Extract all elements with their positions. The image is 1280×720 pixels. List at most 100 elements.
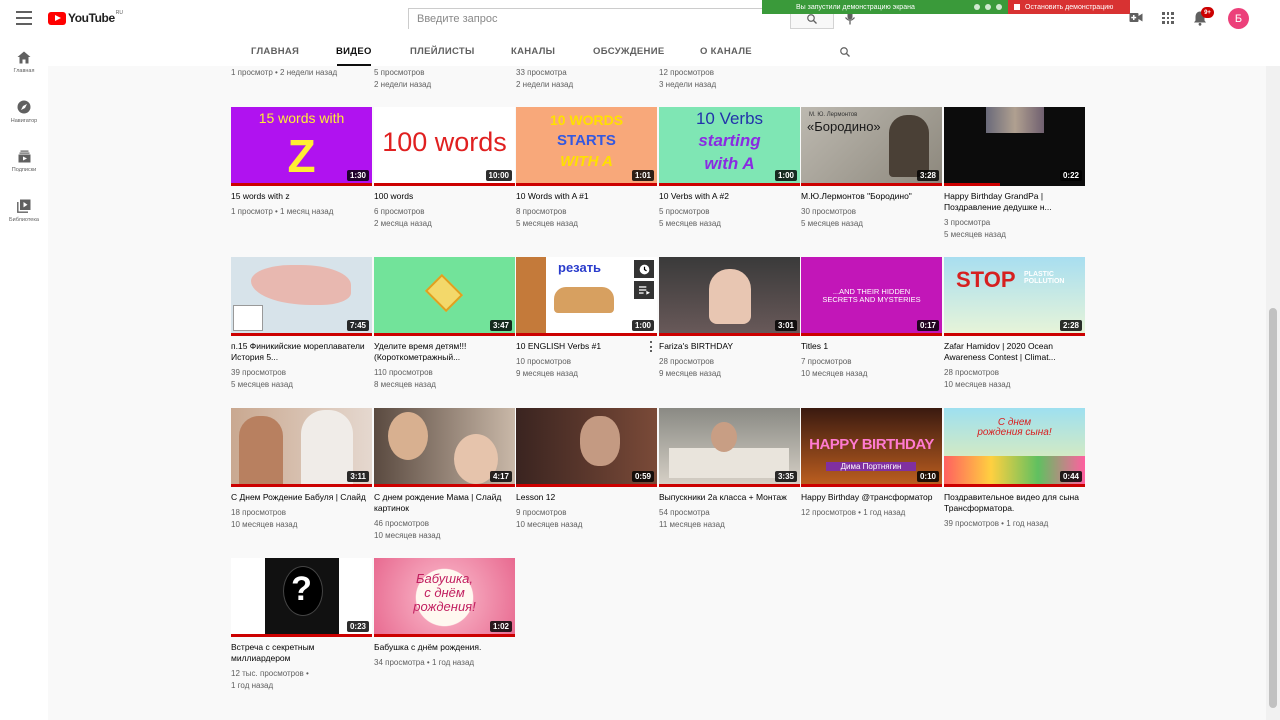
- video-item[interactable]: Бабушка, с днём рождения! 1:02 Бабушка с…: [374, 558, 515, 669]
- add-to-queue-button[interactable]: [634, 281, 654, 299]
- thumbnail-text: ...AND THEIR HIDDEN SECRETS AND MYSTERIE…: [822, 287, 921, 304]
- video-thumbnail[interactable]: HAPPY BIRTHDAY Дима Портнягин 0:10: [801, 408, 942, 487]
- video-title[interactable]: Happy Birthday GrandPa | Поздравление де…: [944, 191, 1085, 213]
- video-thumbnail[interactable]: 3:11: [231, 408, 372, 487]
- video-title[interactable]: 100 words: [374, 191, 515, 202]
- video-thumbnail[interactable]: 0:59: [516, 408, 657, 487]
- channel-search-icon[interactable]: [839, 46, 851, 58]
- video-title[interactable]: С Днем Рождение Бабуля | Слайд: [231, 492, 372, 503]
- video-thumbnail[interactable]: 7:45: [231, 257, 372, 336]
- video-title[interactable]: 10 Verbs with A #2: [659, 191, 800, 202]
- tab-playlists[interactable]: ПЛЕЙЛИСТЫ: [410, 46, 475, 57]
- video-title[interactable]: п.15 Финикийские мореплаватели История 5…: [231, 341, 372, 363]
- tab-videos[interactable]: ВИДЕО: [336, 46, 372, 57]
- video-item[interactable]: 7:45 п.15 Финикийские мореплаватели Исто…: [231, 257, 372, 391]
- create-video-icon[interactable]: [1129, 12, 1143, 23]
- video-title[interactable]: Встреча с секретным миллиардером: [231, 642, 372, 664]
- video-item[interactable]: ...AND THEIR HIDDEN SECRETS AND MYSTERIE…: [801, 257, 942, 380]
- video-item[interactable]: М. Ю. Лермонтов «Бородино» 3:28 М.Ю.Лерм…: [801, 107, 942, 230]
- guide-item-explore[interactable]: Навигатор: [0, 100, 48, 124]
- video-item[interactable]: 3:11 С Днем Рождение Бабуля | Слайд 18 п…: [231, 408, 372, 531]
- shield-icon[interactable]: [996, 4, 1002, 10]
- video-thumbnail[interactable]: 0:22: [944, 107, 1085, 186]
- video-item[interactable]: 4:17 С днем рождение Мама | Слайд картин…: [374, 408, 515, 542]
- video-title[interactable]: Zafar Hamidov | 2020 Ocean Awareness Con…: [944, 341, 1085, 363]
- video-item[interactable]: 0:59 Lesson 12 9 просмотров 10 месяцев на…: [516, 408, 657, 531]
- more-actions-icon[interactable]: [650, 341, 653, 352]
- thumbnail-text: резать: [558, 260, 602, 275]
- video-thumbnail[interactable]: Бабушка, с днём рождения! 1:02: [374, 558, 515, 637]
- video-thumbnail[interactable]: 3:47: [374, 257, 515, 336]
- video-item[interactable]: С днем рождения сына! 0:44 Поздравительн…: [944, 408, 1085, 530]
- video-thumbnail[interactable]: 4:17: [374, 408, 515, 487]
- video-item[interactable]: 3:47 Уделите время детям!!! (Короткометр…: [374, 257, 515, 391]
- video-item[interactable]: 10 Verbs starting with A 1:00 10 Verbs w…: [659, 107, 800, 230]
- account-avatar[interactable]: Б: [1228, 8, 1249, 29]
- watch-progress: [659, 484, 800, 487]
- video-title[interactable]: Уделите время детям!!! (Короткометражный…: [374, 341, 515, 363]
- video-title[interactable]: 10 Words with A #1: [516, 191, 657, 202]
- tab-channels[interactable]: КАНАЛЫ: [511, 46, 555, 57]
- video-item[interactable]: 3:35 Выпускники 2а класса + Монтаж 54 пр…: [659, 408, 800, 531]
- video-thumbnail[interactable]: М. Ю. Лермонтов «Бородино» 3:28: [801, 107, 942, 186]
- video-title[interactable]: Бабушка с днём рождения.: [374, 642, 515, 653]
- video-item[interactable]: HAPPY BIRTHDAY Дима Портнягин 0:10 Happy…: [801, 408, 942, 519]
- tab-discussion[interactable]: ОБСУЖДЕНИЕ: [593, 46, 664, 57]
- search-input[interactable]: [409, 9, 790, 29]
- video-meta: 9 просмотров 10 месяцев назад: [516, 508, 583, 529]
- video-item[interactable]: 10 WORDS STARTS WITH A 1:01 10 Words wit…: [516, 107, 657, 230]
- video-title[interactable]: Поздравительное видео для сына Трансформ…: [944, 492, 1085, 514]
- tab-home[interactable]: ГЛАВНАЯ: [251, 46, 299, 57]
- video-item[interactable]: ? 0:23 Встреча с секретным миллиардером …: [231, 558, 372, 692]
- video-item[interactable]: 100 words 10:00 100 words 6 просмотров 2 …: [374, 107, 515, 230]
- guide-item-subscriptions[interactable]: Подписки: [0, 150, 48, 173]
- clock-icon[interactable]: [985, 4, 991, 10]
- logo-text: YouTube: [68, 11, 115, 25]
- video-item[interactable]: 3:01 Fariza's BIRTHDAY 28 просмотров 9 ме…: [659, 257, 800, 380]
- thumbnail-text: ?: [291, 570, 312, 608]
- video-thumbnail[interactable]: 10 WORDS STARTS WITH A 1:01: [516, 107, 657, 186]
- video-item[interactable]: 0:22 Happy Birthday GrandPa | Поздравлен…: [944, 107, 1085, 241]
- stop-sharing-button[interactable]: Остановить демонстрацию: [1008, 0, 1130, 14]
- guide-item-home[interactable]: Главная: [0, 51, 48, 74]
- thumbnail-photo: [709, 269, 751, 324]
- video-thumbnail[interactable]: С днем рождения сына! 0:44: [944, 408, 1085, 487]
- video-title[interactable]: Fariza's BIRTHDAY: [659, 341, 800, 352]
- thumbnail-photo: [301, 410, 353, 486]
- youtube-logo[interactable]: YouTube RU: [48, 10, 123, 25]
- watch-progress: [231, 333, 372, 336]
- video-item[interactable]: 15 words with Z 1:30 15 words with z 1 п…: [231, 107, 372, 218]
- video-title[interactable]: Titles 1: [801, 341, 942, 352]
- guide-item-library[interactable]: Библиотека: [0, 199, 48, 223]
- youtube-play-icon: [48, 11, 66, 25]
- thumbnail-text: 10 WORDS: [549, 112, 624, 128]
- video-thumbnail[interactable]: 3:01: [659, 257, 800, 336]
- video-thumbnail[interactable]: ...AND THEIR HIDDEN SECRETS AND MYSTERIE…: [801, 257, 942, 336]
- video-title[interactable]: Выпускники 2а класса + Монтаж: [659, 492, 800, 503]
- watch-later-button[interactable]: [634, 260, 654, 278]
- video-title[interactable]: Lesson 12: [516, 492, 657, 503]
- duration-badge: 1:02: [489, 621, 512, 632]
- video-title[interactable]: М.Ю.Лермонтов "Бородино": [801, 191, 942, 202]
- video-thumbnail[interactable]: 100 words 10:00: [374, 107, 515, 186]
- video-thumbnail[interactable]: 15 words with Z 1:30: [231, 107, 372, 186]
- duration-badge: 1:01: [631, 170, 654, 181]
- volume-icon[interactable]: [974, 4, 980, 10]
- video-thumbnail[interactable]: 10 Verbs starting with A 1:00: [659, 107, 800, 186]
- tab-about[interactable]: О КАНАЛЕ: [700, 46, 752, 57]
- video-title[interactable]: С днем рождение Мама | Слайд картинок: [374, 492, 515, 514]
- map-shape: [251, 265, 351, 305]
- video-thumbnail[interactable]: STOP PLASTIC POLLUTION 2:28: [944, 257, 1085, 336]
- video-thumbnail[interactable]: 3:35: [659, 408, 800, 487]
- apps-grid-icon[interactable]: [1162, 12, 1174, 24]
- video-item[interactable]: STOP PLASTIC POLLUTION 2:28 Zafar Hamido…: [944, 257, 1085, 391]
- video-thumbnail[interactable]: резать 1:00: [516, 257, 657, 336]
- scrollbar-thumb[interactable]: [1269, 308, 1277, 708]
- video-title[interactable]: 15 words with z: [231, 191, 372, 202]
- hamburger-menu-icon[interactable]: [16, 11, 32, 25]
- video-thumbnail[interactable]: ? 0:23: [231, 558, 372, 637]
- video-grid: 1 просмотр • 2 недели назад 5 просмотров…: [48, 66, 1266, 720]
- video-title[interactable]: Happy Birthday @трансформатор: [801, 492, 942, 503]
- video-title[interactable]: 10 ENGLISH Verbs #1: [516, 341, 657, 352]
- video-item[interactable]: резать 1:00 10 ENGLISH Verbs #1 10 просм…: [516, 257, 657, 380]
